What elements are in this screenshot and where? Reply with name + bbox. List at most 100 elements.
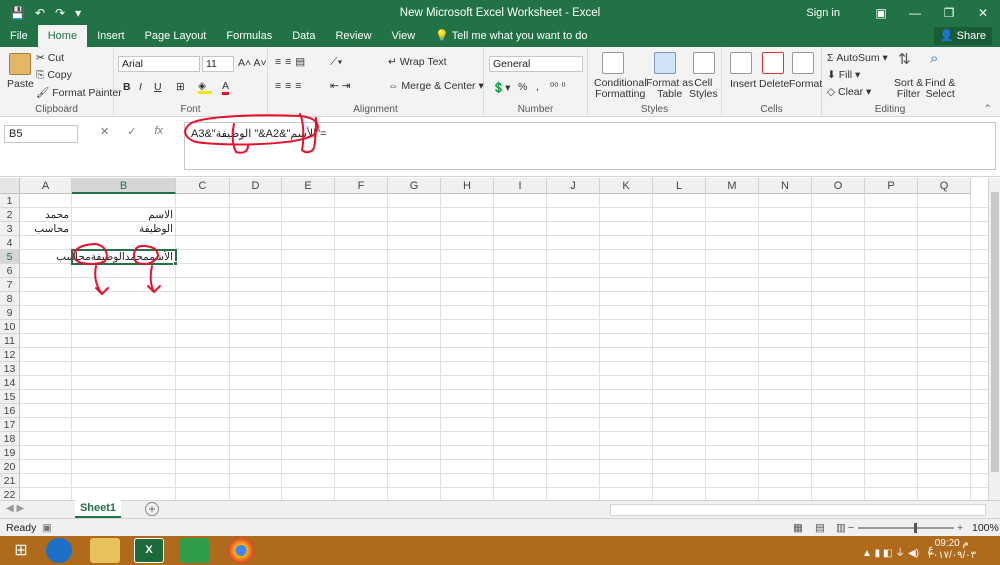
row-header[interactable]: 6: [0, 264, 20, 278]
borders-icon[interactable]: ⊞: [176, 81, 185, 93]
italic-button[interactable]: I: [139, 81, 142, 93]
font-name-select[interactable]: Arial: [118, 56, 200, 72]
row-header[interactable]: 13: [0, 362, 20, 376]
column-header[interactable]: D: [230, 178, 282, 194]
cell-b3[interactable]: الوظيفة: [72, 222, 176, 236]
zoom-slider-knob[interactable]: [914, 523, 917, 533]
macro-record-icon[interactable]: ▣: [42, 519, 52, 537]
chrome-icon[interactable]: [228, 538, 254, 563]
currency-icon[interactable]: 💲▾: [492, 81, 510, 94]
tab-insert[interactable]: Insert: [87, 25, 135, 47]
cancel-icon[interactable]: ✕: [100, 125, 109, 138]
fill-color-icon[interactable]: ◈: [198, 80, 212, 94]
internet-explorer-icon[interactable]: [46, 538, 72, 563]
tab-review[interactable]: Review: [325, 25, 381, 47]
tab-page-layout[interactable]: Page Layout: [135, 25, 217, 47]
page-break-view-icon[interactable]: ▥: [836, 519, 846, 537]
tab-home[interactable]: Home: [37, 25, 88, 47]
close-button[interactable]: ✕: [966, 6, 1000, 20]
taskbar-clock[interactable]: 09:20 م ٢٠١٧/٠٩/٠٣: [927, 538, 976, 562]
comma-button[interactable]: ,: [536, 81, 539, 93]
zoom-level[interactable]: 100%: [972, 519, 999, 537]
font-size-select[interactable]: 11: [202, 56, 234, 72]
format-painter-button[interactable]: 🖌 Format Painter: [36, 86, 122, 99]
fill-button[interactable]: ⬇ Fill ▾: [827, 69, 860, 81]
column-header[interactable]: H: [441, 178, 494, 194]
save-icon[interactable]: 💾: [10, 6, 25, 20]
vertical-align-icons[interactable]: ≡≡▤: [275, 56, 309, 68]
column-header[interactable]: L: [653, 178, 706, 194]
column-header[interactable]: K: [600, 178, 653, 194]
wrap-text-button[interactable]: ↵ Wrap Text: [388, 56, 447, 68]
tab-file[interactable]: File: [0, 25, 38, 47]
row-header[interactable]: 14: [0, 376, 20, 390]
vertical-scroll-thumb[interactable]: [991, 192, 999, 472]
row-header[interactable]: 8: [0, 292, 20, 306]
merge-center-button[interactable]: ⇔ Merge & Center ▾: [388, 80, 484, 92]
zoom-slider[interactable]: [858, 527, 954, 529]
row-header[interactable]: 2: [0, 208, 20, 222]
zoom-out-icon[interactable]: −: [848, 519, 854, 537]
horizontal-align-icons[interactable]: ≡≡≡: [275, 80, 305, 92]
column-header[interactable]: N: [759, 178, 812, 194]
row-header[interactable]: 22: [0, 488, 20, 500]
row-header[interactable]: 11: [0, 334, 20, 348]
row-header[interactable]: 17: [0, 418, 20, 432]
find-select-button[interactable]: Find & Select: [925, 78, 955, 100]
worksheet-grid[interactable]: A B C D E F G H I J K L M N O P Q 1 2 3 4 5 6 7 8 9 10 11 12 13 14 15 16…: [0, 178, 988, 500]
row-header[interactable]: 7: [0, 278, 20, 292]
tell-me-box[interactable]: 💡 Tell me what you want to do: [435, 25, 587, 47]
row-header[interactable]: 10: [0, 320, 20, 334]
paste-button[interactable]: Paste: [7, 78, 34, 90]
percent-button[interactable]: %: [518, 81, 527, 93]
underline-button[interactable]: U: [154, 81, 162, 93]
sign-in-link[interactable]: Sign in: [806, 7, 840, 19]
insert-function-button[interactable]: fx: [154, 125, 163, 138]
cell-styles-icon[interactable]: [693, 52, 715, 74]
page-layout-view-icon[interactable]: ▤: [815, 519, 825, 537]
row-header[interactable]: 4: [0, 236, 20, 250]
column-header[interactable]: A: [20, 178, 72, 194]
file-explorer-icon[interactable]: [90, 538, 120, 563]
font-color-icon[interactable]: A: [222, 80, 230, 95]
column-header[interactable]: B: [72, 178, 176, 194]
windows-start-icon[interactable]: ⊞: [6, 538, 36, 563]
sheets-app-icon[interactable]: [180, 538, 210, 563]
delete-cells-button[interactable]: Delete: [759, 78, 789, 90]
row-header[interactable]: 16: [0, 404, 20, 418]
format-cells-button[interactable]: Format: [789, 78, 822, 90]
column-header[interactable]: E: [282, 178, 335, 194]
column-header[interactable]: F: [335, 178, 388, 194]
customize-qat-icon[interactable]: ▾: [75, 6, 81, 20]
column-header[interactable]: M: [706, 178, 759, 194]
row-header[interactable]: 9: [0, 306, 20, 320]
redo-icon[interactable]: ↷: [55, 6, 65, 20]
orientation-icon[interactable]: ⟋▾: [330, 56, 342, 69]
minimize-button[interactable]: —: [898, 6, 932, 20]
fill-handle[interactable]: [173, 261, 178, 266]
row-header[interactable]: 5: [0, 250, 20, 264]
system-tray-icons[interactable]: ▲ ▮ ◧ ⏚ ◀): [862, 544, 919, 559]
number-format-select[interactable]: General: [489, 56, 583, 72]
share-button[interactable]: 👤 Share: [933, 27, 992, 45]
grow-font-icon[interactable]: A˄ A˅: [238, 57, 267, 69]
column-header[interactable]: J: [547, 178, 600, 194]
cut-button[interactable]: ✂ Cut: [36, 52, 64, 64]
select-all-corner[interactable]: [0, 178, 20, 194]
clear-button[interactable]: ◇ Clear ▾: [827, 86, 871, 98]
excel-taskbar-icon[interactable]: X: [134, 538, 164, 563]
format-as-table-button[interactable]: Format as Table: [646, 78, 693, 100]
conditional-formatting-icon[interactable]: [602, 52, 624, 74]
tab-formulas[interactable]: Formulas: [216, 25, 282, 47]
column-header[interactable]: G: [388, 178, 441, 194]
ribbon-display-options-icon[interactable]: ▣: [864, 6, 898, 20]
column-header[interactable]: C: [176, 178, 230, 194]
row-header[interactable]: 12: [0, 348, 20, 362]
find-select-icon[interactable]: ⌕: [930, 50, 938, 67]
column-header[interactable]: P: [865, 178, 918, 194]
column-header[interactable]: Q: [918, 178, 971, 194]
restore-button[interactable]: ❐: [932, 6, 966, 20]
cell-a2[interactable]: محمد: [20, 208, 72, 222]
bold-button[interactable]: B: [123, 81, 131, 93]
sort-filter-icon[interactable]: ⇅: [898, 50, 911, 68]
